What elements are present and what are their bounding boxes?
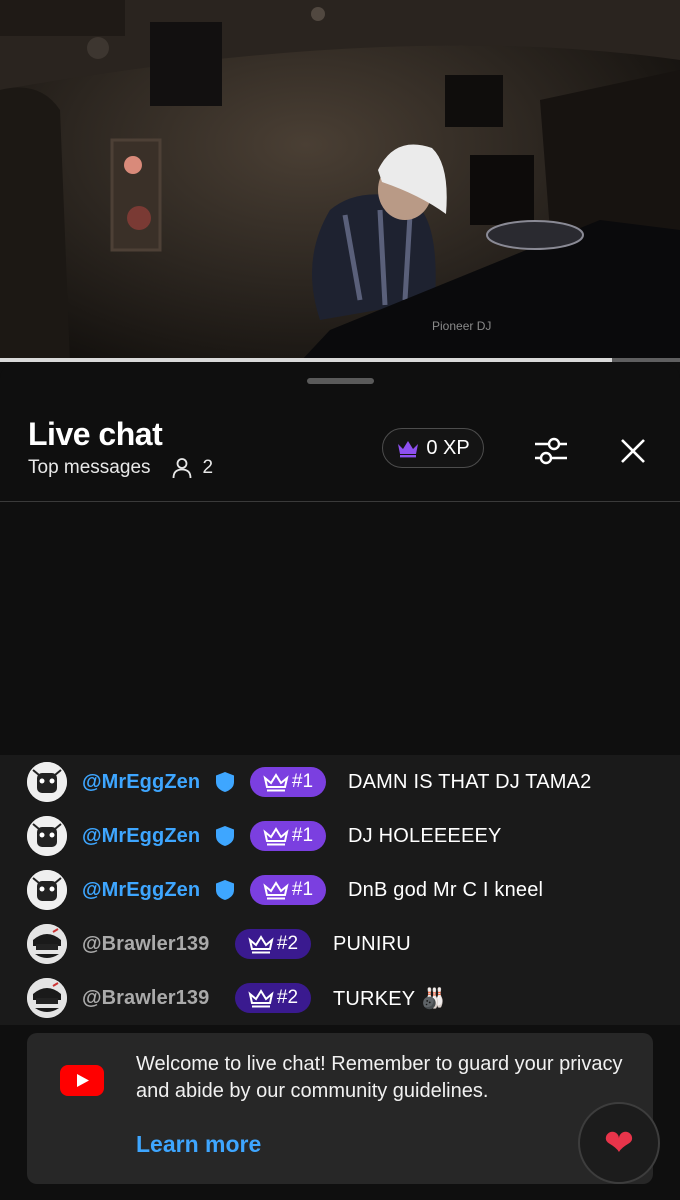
rank-label: #2 [276,987,299,1008]
welcome-banner: Welcome to live chat! Remember to guard … [27,1033,653,1184]
filter-settings-button[interactable] [528,428,574,474]
heart-icon: ❤ [603,1122,635,1163]
chat-mode-selector[interactable]: Top messages 2 [28,457,213,479]
rank-label: #2 [276,933,299,954]
xp-label: 0 XP [426,436,470,459]
rank-label: #1 [291,879,314,900]
avatar[interactable] [27,870,67,910]
drag-handle[interactable] [307,378,374,384]
message-text: TURKEY 🎳 [333,987,446,1010]
close-icon [621,439,645,463]
close-button[interactable] [610,428,656,474]
chat-message[interactable]: @MrEggZen #1 DAMN IS THAT DJ TAMA2 [0,755,680,809]
xp-button[interactable]: 0 XP [382,428,484,468]
rank-label: #1 [291,825,314,846]
shield-icon [216,880,234,900]
rank-badge[interactable]: #1 [250,821,326,851]
chat-message[interactable]: @Brawler139 #2 TURKEY 🎳 [0,971,680,1025]
shield-icon [216,826,234,846]
avatar[interactable] [27,924,67,964]
deck-brand-text: Pioneer DJ [432,319,491,333]
message-text: DAMN IS THAT DJ TAMA2 [348,770,592,793]
chat-message[interactable]: @Brawler139 #2 PUNIRU [0,917,680,971]
rank-label: #1 [291,771,314,792]
rank-badge[interactable]: #1 [250,767,326,797]
crown-icon [263,826,289,845]
video-player[interactable]: Pioneer DJ [0,0,680,362]
avatar[interactable] [27,816,67,856]
crown-icon [248,988,274,1007]
crown-icon [263,772,289,791]
sliders-icon [535,437,567,465]
live-chat-panel: Live chat Top messages 2 0 XP @MrEggZen … [0,364,680,1200]
rank-badge[interactable]: #2 [235,983,311,1013]
person-icon [172,458,191,479]
learn-more-link[interactable]: Learn more [136,1131,261,1158]
heart-reaction-button[interactable]: ❤ [578,1102,660,1184]
viewer-count: 2 [202,457,214,478]
message-author[interactable]: @Brawler139 [82,933,209,956]
message-text: DnB god Mr C I kneel [348,878,544,901]
chat-message[interactable]: @MrEggZen #1 DJ HOLEEEEEY [0,809,680,863]
avatar[interactable] [27,762,67,802]
chat-message[interactable]: @MrEggZen #1 DnB god Mr C I kneel [0,863,680,917]
chat-message-list[interactable]: @MrEggZen #1 DAMN IS THAT DJ TAMA2 @MrEg… [0,755,680,1025]
crown-icon [398,441,419,458]
rank-badge[interactable]: #2 [235,929,311,959]
message-author[interactable]: @MrEggZen [82,879,200,902]
youtube-logo-icon [60,1065,104,1096]
crown-icon [263,880,289,899]
chat-header: Live chat Top messages 2 0 XP [0,400,680,502]
message-text: DJ HOLEEEEEY [348,824,502,847]
chat-mode-label: Top messages [28,457,151,478]
message-text: PUNIRU [333,932,411,955]
message-author[interactable]: @Brawler139 [82,987,209,1010]
avatar[interactable] [27,978,67,1018]
welcome-message: Welcome to live chat! Remember to guard … [136,1053,623,1102]
message-author[interactable]: @MrEggZen [82,771,200,794]
video-frame: Pioneer DJ [0,0,680,362]
chat-title: Live chat [28,416,163,452]
video-progress-bar[interactable] [0,358,680,362]
message-author[interactable]: @MrEggZen [82,825,200,848]
shield-icon [216,772,234,792]
rank-badge[interactable]: #1 [250,875,326,905]
crown-icon [248,934,274,953]
video-progress-fill [0,358,612,362]
